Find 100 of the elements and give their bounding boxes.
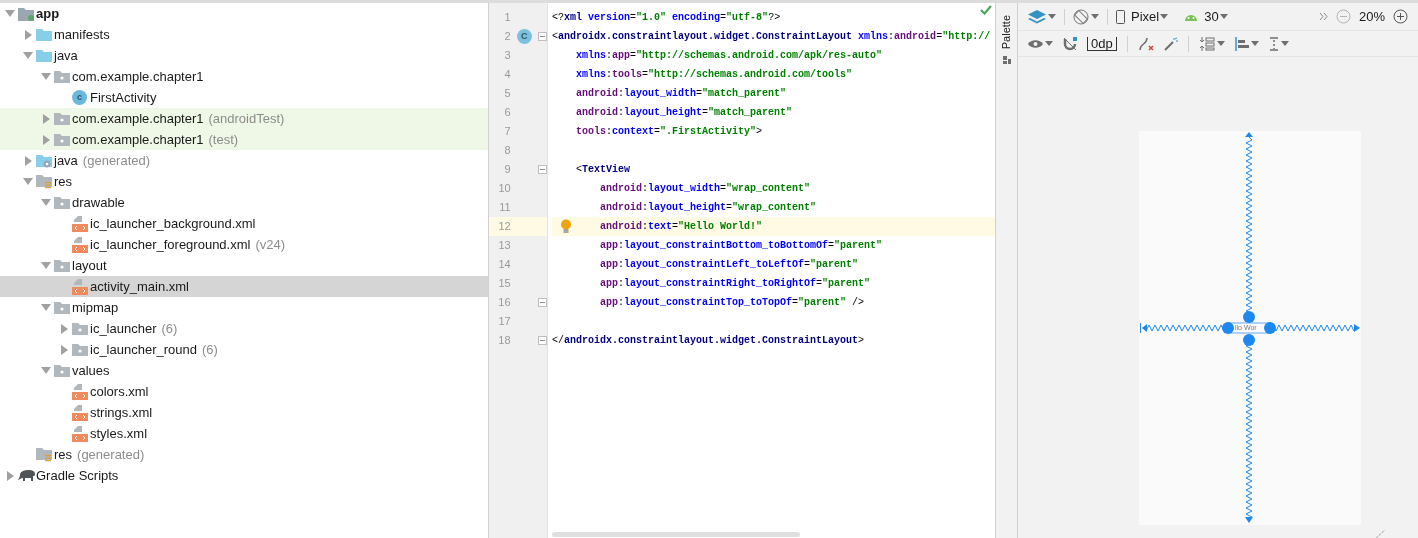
elephant-icon bbox=[18, 469, 36, 482]
magnet-off-icon[interactable] bbox=[1063, 36, 1077, 51]
clear-constraints-icon[interactable] bbox=[1137, 36, 1154, 51]
line-number: 2 bbox=[503, 29, 511, 45]
collapsed-arrow-icon[interactable] bbox=[60, 344, 68, 355]
tree-item-suffix: (generated) bbox=[77, 445, 145, 464]
expanded-arrow-icon[interactable] bbox=[23, 52, 33, 59]
tree-item-label: ic_launcher_foreground.xml bbox=[90, 235, 251, 254]
tree-item-label: ic_launcher_round bbox=[90, 340, 197, 359]
tree-item[interactable]: java bbox=[0, 45, 488, 66]
tree-item[interactable]: app bbox=[0, 3, 488, 24]
tree-item-suffix: (androidTest) bbox=[208, 109, 285, 128]
view-options-button[interactable] bbox=[1028, 38, 1053, 49]
tree-item[interactable]: res (generated) bbox=[0, 444, 488, 465]
tree-item[interactable]: ic_launcher_round (6) bbox=[0, 339, 488, 360]
line-number: 15 bbox=[497, 276, 511, 292]
layers-icon bbox=[1028, 9, 1046, 24]
code-line: android:layout_width="match_parent" bbox=[576, 87, 787, 101]
align-button[interactable] bbox=[1234, 36, 1259, 51]
collapsed-arrow-icon[interactable] bbox=[42, 113, 50, 124]
xml-file-icon bbox=[72, 278, 88, 295]
line-number: 3 bbox=[503, 48, 511, 64]
caret-icon bbox=[1091, 14, 1099, 19]
tree-item[interactable]: manifests bbox=[0, 24, 488, 45]
tree-item[interactable]: values bbox=[0, 360, 488, 381]
tree-item[interactable]: colors.xml bbox=[0, 381, 488, 402]
collapsed-arrow-icon[interactable] bbox=[24, 155, 32, 166]
code-line: <TextView bbox=[576, 163, 631, 177]
more-chevron-icon[interactable] bbox=[1319, 13, 1328, 20]
resize-handle-icon[interactable] bbox=[1376, 530, 1386, 538]
line-number: 13 bbox=[497, 238, 511, 254]
line-number: 16 bbox=[497, 295, 511, 311]
tree-item-suffix: (6) bbox=[201, 340, 218, 359]
lightbulb-icon[interactable] bbox=[560, 219, 572, 234]
fold-marker-icon[interactable] bbox=[538, 298, 547, 307]
expanded-arrow-icon[interactable] bbox=[41, 73, 51, 80]
tree-item[interactable]: ic_launcher_foreground.xml (v24) bbox=[0, 234, 488, 255]
guidelines-button[interactable] bbox=[1268, 36, 1289, 51]
tree-item-suffix: (generated) bbox=[82, 151, 151, 170]
tree-item[interactable]: layout bbox=[0, 255, 488, 276]
palette-tab[interactable]: Palette bbox=[998, 15, 1015, 50]
package-folder-icon bbox=[54, 364, 70, 377]
fold-marker-icon[interactable] bbox=[538, 336, 547, 345]
folder-icon bbox=[36, 28, 52, 41]
package-folder-icon bbox=[54, 70, 70, 83]
device-button[interactable]: Pixel bbox=[1116, 6, 1169, 27]
code-line: <androidx.constraintlayout.widget.ConstraintLayout xmlns:android="http:// bbox=[552, 30, 991, 44]
tree-item[interactable]: styles.xml bbox=[0, 423, 488, 444]
orientation-button[interactable] bbox=[1073, 8, 1099, 25]
tree-item-label: values bbox=[72, 361, 110, 380]
collapsed-arrow-icon[interactable] bbox=[42, 134, 50, 145]
tree-item-label: ic_launcher bbox=[90, 319, 157, 338]
code-line: app:layout_constraintBottom_toBottomOf="parent" bbox=[600, 239, 883, 253]
tree-item[interactable]: com.example.chapter1 (test) bbox=[0, 129, 488, 150]
tree-item[interactable]: ic_launcher (6) bbox=[0, 318, 488, 339]
code-line: <?xml version="1.0" encoding="utf-8"?> bbox=[552, 11, 781, 25]
caret-icon bbox=[1045, 41, 1053, 46]
class-gutter-icon[interactable]: C bbox=[516, 29, 532, 44]
package-folder-icon bbox=[54, 259, 70, 272]
expanded-arrow-icon[interactable] bbox=[41, 367, 51, 374]
tree-item[interactable]: res bbox=[0, 171, 488, 192]
expanded-arrow-icon[interactable] bbox=[23, 178, 33, 185]
fold-marker-icon[interactable] bbox=[538, 165, 547, 174]
expanded-arrow-icon[interactable] bbox=[41, 304, 51, 311]
api-level-button[interactable]: 30 bbox=[1184, 6, 1228, 27]
expanded-arrow-icon[interactable] bbox=[41, 262, 51, 269]
tree-item[interactable]: activity_main.xml bbox=[0, 276, 488, 297]
line-number: 11 bbox=[498, 200, 511, 216]
caret-icon bbox=[1216, 41, 1225, 46]
line-number: 10 bbox=[497, 181, 511, 197]
line-number: 6 bbox=[503, 105, 511, 121]
layers-button[interactable] bbox=[1028, 9, 1056, 24]
expanded-arrow-icon[interactable] bbox=[41, 199, 51, 206]
zoom-level: 20% bbox=[1358, 7, 1385, 26]
magic-wand-icon[interactable] bbox=[1163, 36, 1178, 51]
collapsed-arrow-icon[interactable] bbox=[24, 29, 32, 40]
tree-item[interactable]: drawable bbox=[0, 192, 488, 213]
horizontal-scrollbar[interactable] bbox=[552, 532, 800, 537]
zoom-in-icon[interactable] bbox=[1393, 9, 1408, 24]
collapsed-arrow-icon[interactable] bbox=[60, 323, 68, 334]
zoom-out-icon[interactable] bbox=[1335, 9, 1351, 24]
tree-item[interactable]: ic_launcher_background.xml bbox=[0, 213, 488, 234]
tree-item[interactable]: com.example.chapter1 bbox=[0, 66, 488, 87]
tree-item[interactable]: strings.xml bbox=[0, 402, 488, 423]
tree-item[interactable]: mipmap bbox=[0, 297, 488, 318]
tree-item[interactable]: java (generated) bbox=[0, 150, 488, 171]
tree-item[interactable]: c FirstActivity bbox=[0, 87, 488, 108]
tree-item[interactable]: com.example.chapter1 (androidTest) bbox=[0, 108, 488, 129]
pack-button[interactable] bbox=[1198, 36, 1225, 51]
resource-folder-icon bbox=[36, 174, 52, 189]
expanded-arrow-icon[interactable] bbox=[5, 10, 15, 17]
default-margin-button[interactable]: 0dp bbox=[1087, 36, 1117, 51]
module-folder-icon bbox=[18, 6, 34, 21]
tree-item-label: ic_launcher_background.xml bbox=[90, 214, 256, 233]
collapsed-arrow-icon[interactable] bbox=[6, 470, 14, 481]
line-number: 8 bbox=[503, 143, 511, 159]
tree-item-label: mipmap bbox=[72, 298, 119, 317]
tree-item[interactable]: Gradle Scripts bbox=[0, 465, 488, 486]
fold-marker-icon[interactable] bbox=[538, 32, 547, 41]
code-line: android:layout_width="wrap_content" bbox=[600, 182, 811, 196]
